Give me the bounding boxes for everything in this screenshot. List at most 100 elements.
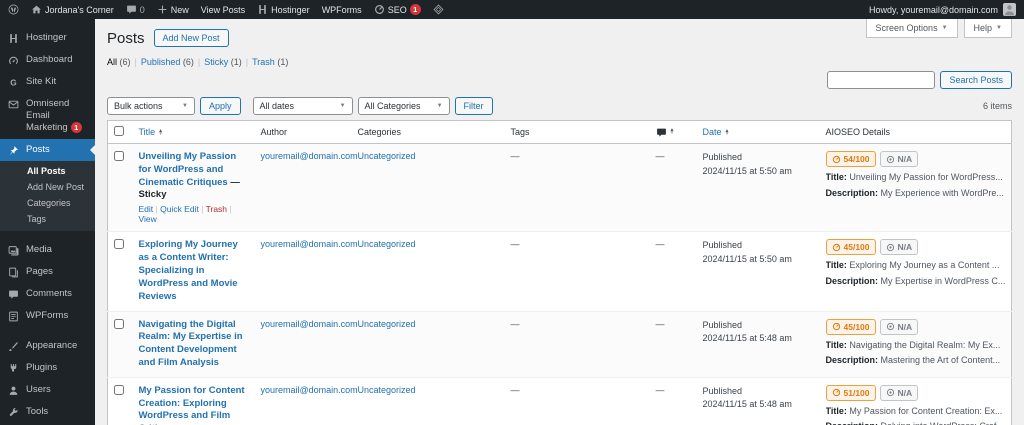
sidebar-item-pages[interactable]: Pages [0, 261, 95, 283]
post-title-link[interactable]: Exploring My Journey as a Content Writer… [139, 239, 238, 301]
seo-description-label: Description: [826, 421, 879, 425]
search-row: Search Posts [107, 71, 1012, 89]
column-header-date[interactable]: Date▲▼ [697, 121, 820, 144]
search-posts-button[interactable]: Search Posts [940, 71, 1012, 89]
view-filter-count: (6) [183, 57, 194, 67]
seo-score-badge[interactable]: 51/100 [826, 385, 876, 401]
admin-bar-item-0[interactable]: 0 [126, 4, 145, 15]
sidebar-item-media[interactable]: Media [0, 239, 95, 261]
add-new-post-button[interactable]: Add New Post [154, 29, 229, 47]
seo-na-badge[interactable]: N/A [880, 239, 919, 255]
seo-score-badge[interactable]: 54/100 [826, 151, 876, 167]
admin-bar-item-label: View Posts [201, 5, 245, 15]
sidebar-item-label: Media [26, 244, 52, 256]
row-select-checkbox[interactable] [114, 385, 124, 395]
sidebar-subitem-all-posts[interactable]: All Posts [0, 163, 95, 179]
sidebar-subitem-categories[interactable]: Categories [0, 195, 95, 211]
filter-button[interactable]: Filter [455, 97, 493, 115]
row-select-checkbox[interactable] [114, 319, 124, 329]
admin-bar-item-seo[interactable]: SEO1 [374, 4, 421, 15]
sidebar-item-dashboard[interactable]: Dashboard [0, 49, 95, 71]
author-cell: youremail@domain.com [255, 377, 352, 425]
column-header-comments[interactable]: ▲▼ [650, 121, 697, 144]
row-action-view[interactable]: View [139, 214, 157, 224]
column-header-title[interactable]: Title▲▼ [133, 121, 255, 144]
row-select-checkbox[interactable] [114, 151, 124, 161]
categories-cell: Uncategorized [352, 377, 505, 425]
admin-bar-item-wpforms[interactable]: WPForms [322, 5, 362, 15]
bulk-actions-select[interactable]: Bulk actions ▼ [107, 97, 195, 115]
admin-bar-item-label: 0 [140, 5, 145, 15]
users-icon [8, 385, 19, 396]
row-action-quick-edit[interactable]: Quick Edit [160, 204, 199, 214]
category-link[interactable]: Uncategorized [358, 385, 416, 395]
row-select-checkbox[interactable] [114, 239, 124, 249]
sidebar-subitem-add-new-post[interactable]: Add New Post [0, 179, 95, 195]
all-categories-select[interactable]: All Categories ▼ [358, 97, 450, 115]
plugins-icon [8, 363, 19, 374]
view-filter-link[interactable]: Published [141, 57, 181, 67]
search-input[interactable] [827, 71, 935, 89]
post-title-link[interactable]: Unveiling My Passion for WordPress and C… [139, 151, 237, 188]
sidebar-item-comments[interactable]: Comments [0, 283, 95, 305]
screen-options-button[interactable]: Screen Options ▼ [866, 19, 958, 38]
category-link[interactable]: Uncategorized [358, 319, 416, 329]
seo-score-value: 45/100 [844, 242, 870, 252]
date-cell: Published2024/11/15 at 5:48 am [697, 311, 820, 377]
table-header-row: Title▲▼ Author Categories Tags ▲▼ Date▲▼… [108, 121, 1012, 144]
sidebar-item-users[interactable]: Users [0, 379, 95, 401]
select-all-checkbox[interactable] [114, 126, 124, 136]
row-action-edit[interactable]: Edit [139, 204, 154, 214]
view-filter-link[interactable]: Trash [252, 57, 275, 67]
sidebar-item-omnisend-email-marketing[interactable]: Omnisend Email Marketing1 [0, 93, 95, 139]
author-link[interactable]: youremail@domain.com [261, 319, 358, 329]
sidebar-item-tools[interactable]: Tools [0, 401, 95, 423]
view-filter-link[interactable]: All [107, 57, 117, 67]
post-title-link[interactable]: My Passion for Content Creation: Explori… [139, 385, 245, 425]
post-status-filters: All (6)|Published (6)|Sticky (1)|Trash (… [107, 57, 1012, 67]
author-link[interactable]: youremail@domain.com [261, 385, 358, 395]
tools-icon [8, 407, 19, 418]
admin-bar-item-diamond-icon[interactable] [433, 4, 444, 15]
sidebar-item-hostinger[interactable]: Hostinger [0, 27, 95, 49]
pin-icon [8, 145, 19, 156]
post-title-link[interactable]: Navigating the Digital Realm: My Experti… [139, 319, 243, 368]
category-link[interactable]: Uncategorized [358, 239, 416, 249]
seo-description-label: Description: [826, 276, 879, 286]
seo-na-badge[interactable]: N/A [880, 385, 919, 401]
view-filter-count: (1) [231, 57, 242, 67]
category-link[interactable]: Uncategorized [358, 151, 416, 161]
author-link[interactable]: youremail@domain.com [261, 151, 358, 161]
seo-na-badge[interactable]: N/A [880, 151, 919, 167]
chevron-down-icon: ▼ [996, 25, 1002, 31]
admin-bar-account[interactable]: Howdy, youremail@domain.com [869, 3, 1016, 16]
seo-na-badge[interactable]: N/A [880, 319, 919, 335]
sidebar-item-posts[interactable]: Posts [0, 139, 95, 161]
seo-score-badge[interactable]: 45/100 [826, 319, 876, 335]
seo-description-line: Description: My Experience with WordPre.… [826, 188, 1006, 200]
admin-bar-item-view-posts[interactable]: View Posts [201, 5, 245, 15]
sidebar-item-label: Comments [26, 288, 72, 300]
seo-score-badge[interactable]: 45/100 [826, 239, 876, 255]
help-button[interactable]: Help ▼ [964, 19, 1012, 38]
all-dates-select[interactable]: All dates ▼ [253, 97, 353, 115]
author-link[interactable]: youremail@domain.com [261, 239, 358, 249]
sidebar-item-appearance[interactable]: Appearance [0, 335, 95, 357]
row-action-trash[interactable]: Trash [206, 204, 227, 214]
sidebar-item-plugins[interactable]: Plugins [0, 357, 95, 379]
post-date: 2024/11/15 at 5:50 am [703, 253, 814, 267]
sidebar-item-wpforms[interactable]: WPForms [0, 305, 95, 327]
apply-button[interactable]: Apply [200, 97, 241, 115]
admin-bar-item-hostinger[interactable]: Hostinger [257, 4, 310, 15]
admin-bar-item-jordana-s-corner[interactable]: Jordana's Corner [31, 4, 114, 15]
screen-options-label: Screen Options [876, 23, 938, 33]
sidebar-subitem-tags[interactable]: Tags [0, 211, 95, 227]
view-filter-link[interactable]: Sticky [204, 57, 228, 67]
admin-bar-item-new[interactable]: New [157, 4, 189, 15]
view-filter-all: All (6)| [107, 57, 137, 67]
admin-bar-item-wordpress-logo-icon[interactable] [8, 4, 19, 15]
sidebar-item-site-kit[interactable]: GSite Kit [0, 71, 95, 93]
comments-cell: — [650, 232, 697, 311]
sidebar-item-label: Plugins [26, 362, 57, 374]
row-checkbox-cell [108, 144, 133, 232]
